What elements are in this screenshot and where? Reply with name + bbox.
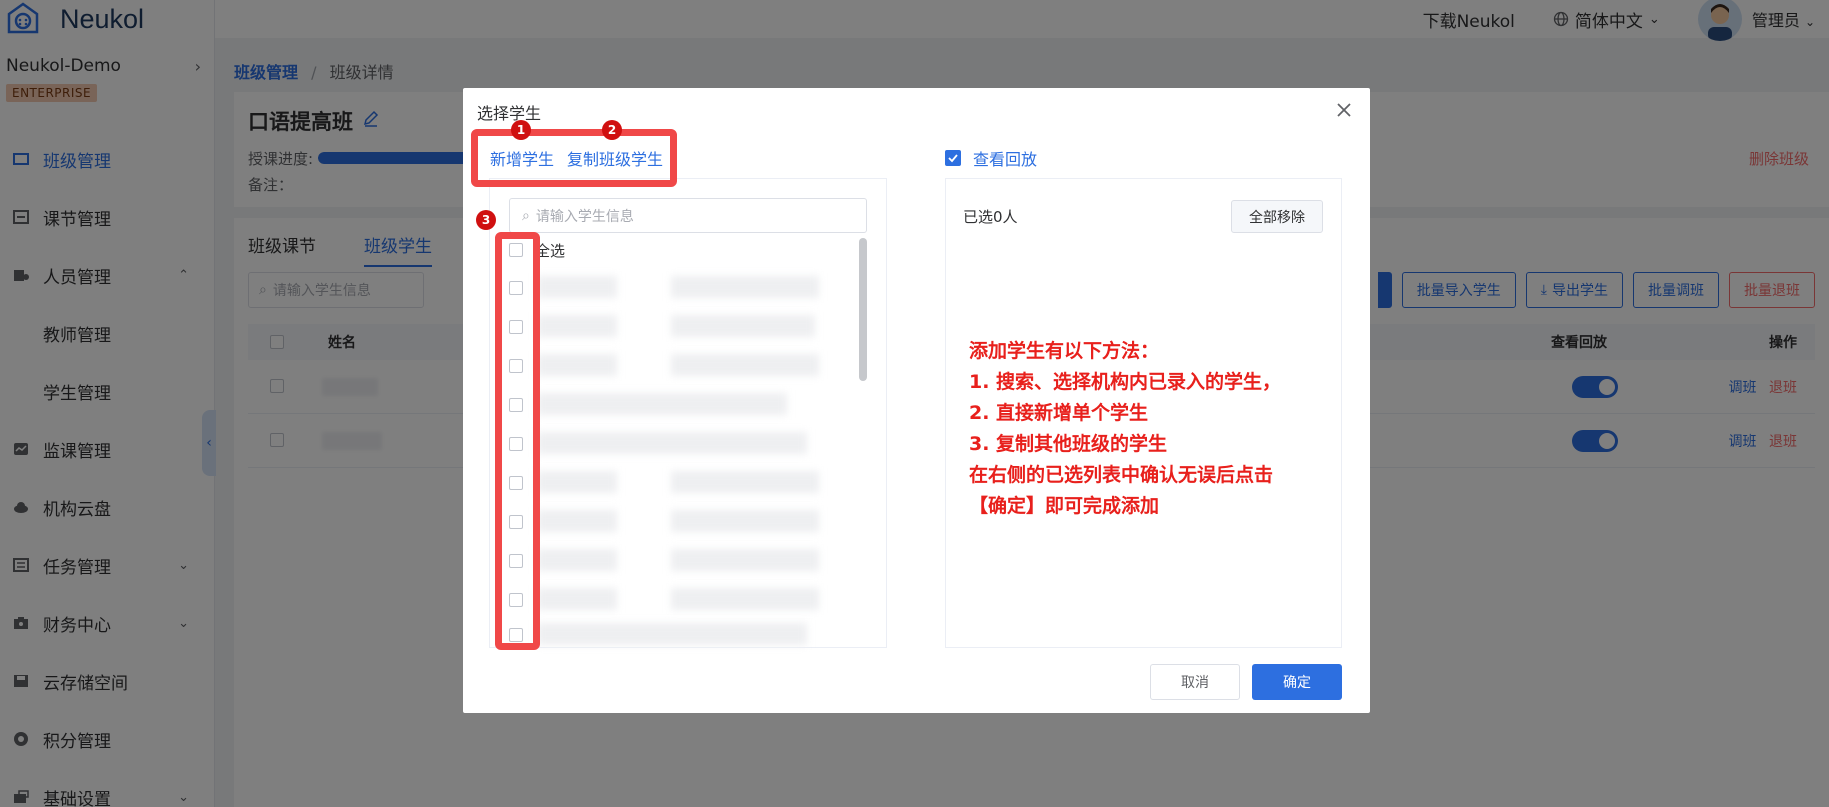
close-icon[interactable]: [1334, 100, 1354, 120]
blurred-student: [671, 471, 819, 493]
tip-line: 在右侧的已选列表中确认无误后点击: [969, 464, 1274, 486]
blurred-student: [671, 315, 815, 337]
blurred-student: [537, 471, 617, 493]
dialog-title: 选择学生: [477, 104, 542, 123]
tip-line: 【确定】即可完成添加: [969, 495, 1160, 517]
selected-count: 已选0人: [963, 208, 1018, 226]
annotation-marker-2: 2: [602, 120, 622, 140]
blurred-student: [537, 432, 807, 454]
blurred-student: [537, 549, 617, 571]
search-icon: ⌕: [522, 207, 530, 224]
blurred-student: [537, 623, 807, 645]
replay-checkbox[interactable]: 查看回放: [945, 146, 1037, 170]
blurred-student: [537, 276, 617, 298]
cancel-button[interactable]: 取消: [1150, 664, 1240, 700]
tip-line: 1. 搜索、选择机构内已录入的学生，: [969, 371, 1282, 393]
tip-line: 3. 复制其他班级的学生: [969, 433, 1168, 455]
replay-label: 查看回放: [973, 150, 1038, 169]
blurred-student: [537, 588, 617, 610]
blurred-student: [537, 315, 617, 337]
confirm-button[interactable]: 确定: [1252, 664, 1342, 700]
tip-line: 添加学生有以下方法：: [969, 340, 1160, 362]
instruction-annotation: 添加学生有以下方法： 1. 搜索、选择机构内已录入的学生， 2. 直接新增单个学…: [969, 336, 1281, 522]
blurred-student: [671, 276, 819, 298]
remove-all-button[interactable]: 全部移除: [1231, 200, 1323, 233]
blurred-student: [537, 393, 787, 415]
list-scrollbar[interactable]: [859, 238, 867, 381]
search-placeholder: 请输入学生信息: [535, 208, 634, 225]
check-icon: [945, 150, 961, 166]
annotation-box-checkboxes: [495, 232, 540, 650]
annotation-marker-1: 1: [511, 120, 531, 140]
blurred-student: [537, 510, 617, 532]
annotation-box-top: [471, 129, 677, 187]
annotation-marker-3: 3: [476, 210, 496, 230]
blurred-student: [671, 549, 819, 571]
blurred-student: [671, 588, 819, 610]
blurred-student: [671, 354, 819, 376]
select-student-dialog: 选择学生 新增学生 复制班级学生 查看回放 ⌕ 请输入学生信息 全选 已选0人 …: [463, 88, 1370, 713]
blurred-student: [537, 354, 617, 376]
blurred-student: [671, 510, 819, 532]
dialog-search-input[interactable]: ⌕ 请输入学生信息: [509, 198, 867, 233]
tip-line: 2. 直接新增单个学生: [969, 402, 1149, 424]
